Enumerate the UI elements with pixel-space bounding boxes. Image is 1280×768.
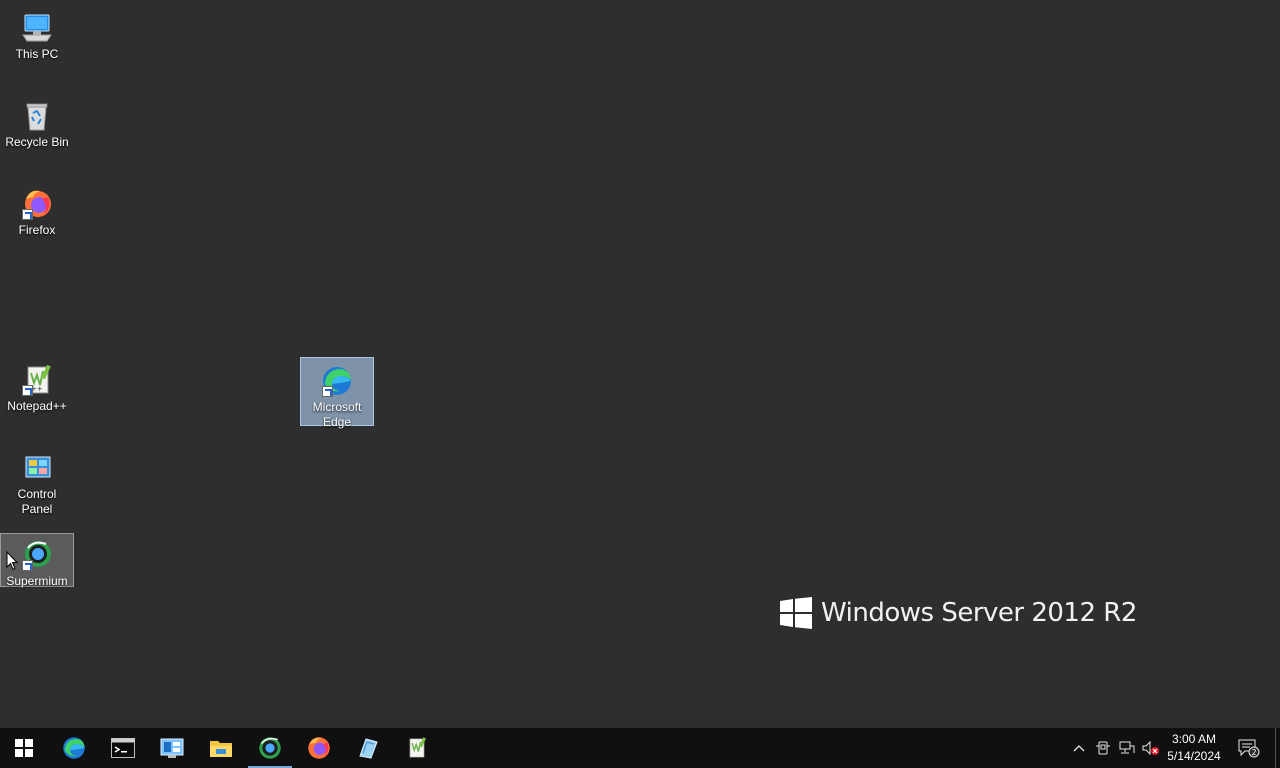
taskbar-notepad-plus-plus-button[interactable] (393, 728, 441, 768)
clock-date: 5/14/2024 (1167, 749, 1221, 763)
taskbar-file-explorer-button[interactable] (197, 728, 245, 768)
icon-label: Firefox (18, 223, 56, 237)
firefox-icon (20, 187, 54, 221)
windows-server-branding: Windows Server 2012 R2 (780, 597, 1137, 629)
shortcut-arrow-icon (322, 386, 333, 397)
desktop-icon-firefox[interactable]: Firefox (0, 180, 74, 241)
tray-device-button[interactable] (1092, 728, 1114, 768)
icon-label: Control Panel (17, 487, 57, 516)
taskbar-edge-button[interactable] (50, 728, 98, 768)
this-pc-icon (20, 11, 54, 45)
tray-volume-button[interactable] (1140, 728, 1162, 768)
server-manager-icon (160, 738, 184, 758)
command-prompt-icon (111, 738, 135, 758)
shortcut-arrow-icon (22, 209, 33, 220)
shortcut-arrow-icon (22, 385, 33, 396)
icon-label: Recycle Bin (5, 135, 69, 149)
tray-network-button[interactable] (1116, 728, 1138, 768)
recycle-bin-icon (20, 99, 54, 133)
windows-logo-icon (780, 597, 812, 629)
notepad-plus-plus-icon: ++ (20, 363, 54, 397)
taskbar-supermium-button[interactable] (246, 728, 294, 768)
mouse-cursor-icon (6, 550, 19, 576)
action-center-button[interactable]: 2 (1234, 728, 1264, 768)
taskbar-app-button[interactable] (344, 728, 392, 768)
icon-label: Supermium (6, 574, 68, 588)
shortcut-arrow-icon (22, 560, 33, 571)
windows-logo-icon (15, 739, 33, 757)
firefox-icon (308, 737, 330, 759)
branding-text: Windows Server 2012 R2 (821, 598, 1137, 628)
network-icon (1119, 741, 1135, 754)
notification-count: 2 (1251, 748, 1256, 757)
icon-label: Microsoft Edge (312, 400, 362, 429)
desktop-icon-microsoft-edge[interactable]: Microsoft Edge (300, 357, 374, 429)
desktop-icon-control-panel[interactable]: Control Panel (0, 444, 74, 520)
file-explorer-icon (210, 741, 232, 757)
volume-muted-icon (1142, 741, 1159, 755)
desktop-icon-this-pc[interactable]: This PC (0, 4, 74, 65)
clock-time: 3:00 AM (1171, 732, 1217, 746)
icon-label: Notepad++ (7, 399, 67, 413)
control-panel-icon (20, 451, 54, 485)
desktop[interactable]: This PC Recycle Bin Firefox ++ Notepad++… (0, 0, 1280, 728)
chevron-up-icon (1073, 745, 1085, 752)
show-hidden-icons-button[interactable] (1068, 728, 1090, 768)
desktop-icon-notepad-plus-plus[interactable]: ++ Notepad++ (0, 356, 74, 417)
taskbar-server-manager-button[interactable] (148, 728, 196, 768)
taskbar-firefox-button[interactable] (295, 728, 343, 768)
start-button[interactable] (0, 728, 48, 768)
notification-icon: 2 (1238, 739, 1260, 758)
show-desktop-button[interactable] (1275, 728, 1280, 768)
supermium-icon (20, 538, 54, 572)
notepad-plus-plus-icon (409, 737, 427, 758)
microsoft-edge-icon (320, 364, 354, 398)
app-icon (359, 738, 378, 759)
supermium-icon (259, 737, 281, 759)
icon-label: This PC (15, 47, 59, 61)
desktop-icon-recycle-bin[interactable]: Recycle Bin (0, 92, 74, 153)
taskbar: 3:00 AM 5/14/2024 2 (0, 728, 1280, 768)
microsoft-edge-icon (63, 737, 85, 759)
taskbar-cmd-button[interactable] (99, 728, 147, 768)
device-icon (1096, 741, 1110, 755)
tray-clock[interactable]: 3:00 AM 5/14/2024 (1162, 731, 1226, 765)
